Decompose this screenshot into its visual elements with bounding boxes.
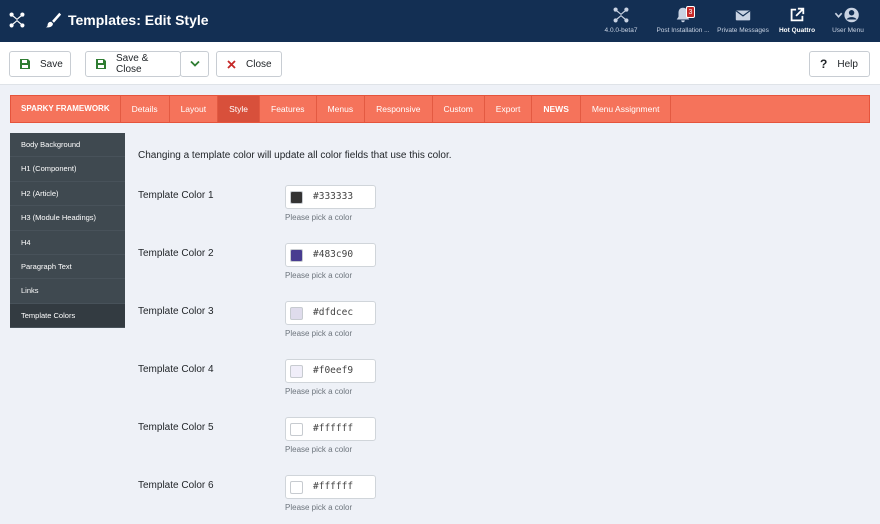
joomla-icon	[613, 7, 629, 23]
template-color-label: Template Color 2	[138, 248, 214, 259]
color-picker-field[interactable]: #333333	[285, 185, 376, 209]
sidebar-item-body-background[interactable]: Body Background	[10, 133, 125, 158]
tab-menus[interactable]: Menus	[317, 96, 366, 122]
tab-style[interactable]: Style	[218, 96, 261, 122]
toolbar: Save Save & Close Close ? Help	[0, 42, 880, 85]
sidebar-item-links[interactable]: Links	[10, 279, 125, 304]
close-icon	[227, 59, 236, 69]
color-picker-field[interactable]: #ffffff	[285, 475, 376, 499]
sidebar-item-h2[interactable]: H2 (Article)	[10, 182, 125, 207]
template-color-row: Template Color 4 #f0eef9 Please pick a c…	[138, 359, 438, 409]
help-label: Help	[837, 58, 858, 70]
save-close-label: Save & Close	[116, 53, 149, 75]
joomla-logo-icon[interactable]	[8, 11, 26, 29]
tab-details[interactable]: Details	[121, 96, 170, 122]
color-picker-field[interactable]: #483c90	[285, 243, 376, 267]
color-swatch[interactable]	[290, 365, 303, 378]
floppy-disk-icon	[20, 59, 30, 69]
tab-responsive[interactable]: Responsive	[365, 96, 433, 122]
tab-sparky-framework[interactable]: SPARKY FRAMEWORK	[11, 96, 121, 122]
tab-layout[interactable]: Layout	[170, 96, 219, 122]
color-picker-field[interactable]: #f0eef9	[285, 359, 376, 383]
template-color-row: Template Color 2 #483c90 Please pick a c…	[138, 243, 438, 293]
header-bar: Templates: Edit Style 4.0.0-beta7 3 Post…	[0, 0, 880, 42]
color-swatch[interactable]	[290, 481, 303, 494]
save-close-button[interactable]: Save & Close	[85, 51, 181, 77]
template-color-label: Template Color 4	[138, 364, 214, 375]
template-color-label: Template Color 3	[138, 306, 214, 317]
user-menu-item[interactable]: User Menu	[813, 6, 880, 34]
tab-features[interactable]: Features	[260, 96, 317, 122]
paint-brush-icon	[45, 12, 62, 28]
version-item[interactable]: 4.0.0-beta7	[586, 6, 656, 34]
hot-quattro-label: Hot Quattro	[778, 27, 816, 34]
color-hint: Please pick a color	[285, 213, 353, 222]
color-hint: Please pick a color	[285, 329, 353, 338]
page-title: Templates: Edit Style	[68, 12, 209, 28]
sidebar-item-h1[interactable]: H1 (Component)	[10, 157, 125, 182]
color-hint: Please pick a color	[285, 445, 353, 454]
user-icon	[834, 7, 859, 23]
color-value[interactable]: #333333	[313, 191, 353, 202]
intro-text: Changing a template color will update al…	[138, 150, 452, 161]
color-value[interactable]: #f0eef9	[313, 365, 353, 376]
floppy-disk-icon	[96, 59, 106, 69]
color-value[interactable]: #483c90	[313, 249, 353, 260]
color-hint: Please pick a color	[285, 503, 353, 512]
template-color-row: Template Color 6 #ffffff Please pick a c…	[138, 475, 438, 524]
sidebar-item-h3[interactable]: H3 (Module Headings)	[10, 206, 125, 231]
help-button[interactable]: ? Help	[809, 51, 870, 77]
color-swatch[interactable]	[290, 249, 303, 262]
tab-news[interactable]: NEWS	[532, 96, 581, 122]
close-label: Close	[246, 58, 272, 70]
template-color-label: Template Color 5	[138, 422, 214, 433]
sidebar-item-template-colors[interactable]: Template Colors	[10, 303, 125, 329]
question-icon: ?	[820, 57, 828, 71]
tab-bar: SPARKY FRAMEWORK Details Layout Style Fe…	[10, 95, 870, 123]
color-picker-field[interactable]: #ffffff	[285, 417, 376, 441]
sidebar-item-h4[interactable]: H4	[10, 231, 125, 255]
external-link-icon	[790, 7, 805, 22]
template-color-label: Template Color 6	[138, 480, 214, 491]
style-sidebar: Body Background H1 (Component) H2 (Artic…	[10, 133, 125, 329]
tab-menu-assignment[interactable]: Menu Assignment	[581, 96, 672, 122]
chevron-down-icon	[189, 60, 200, 67]
template-color-row: Template Color 1 #333333 Please pick a c…	[138, 185, 438, 235]
color-swatch[interactable]	[290, 307, 303, 320]
save-label: Save	[40, 58, 63, 70]
save-dropdown-toggle[interactable]	[180, 51, 209, 77]
version-label: 4.0.0-beta7	[604, 27, 638, 34]
color-value[interactable]: #ffffff	[313, 481, 353, 492]
post-installation-label: Post Installation ...	[656, 27, 710, 34]
template-color-row: Template Color 3 #dfdcec Please pick a c…	[138, 301, 438, 351]
envelope-icon	[735, 10, 751, 21]
close-button[interactable]: Close	[216, 51, 282, 77]
color-hint: Please pick a color	[285, 271, 353, 280]
color-value[interactable]: #dfdcec	[313, 307, 353, 318]
save-button[interactable]: Save	[9, 51, 71, 77]
template-color-label: Template Color 1	[138, 190, 214, 201]
notification-badge: 3	[686, 6, 695, 18]
sidebar-item-paragraph-text[interactable]: Paragraph Text	[10, 255, 125, 280]
color-swatch[interactable]	[290, 191, 303, 204]
color-swatch[interactable]	[290, 423, 303, 436]
color-value[interactable]: #ffffff	[313, 423, 353, 434]
tab-export[interactable]: Export	[485, 96, 533, 122]
color-hint: Please pick a color	[285, 387, 353, 396]
tab-custom[interactable]: Custom	[433, 96, 485, 122]
color-picker-field[interactable]: #dfdcec	[285, 301, 376, 325]
template-color-row: Template Color 5 #ffffff Please pick a c…	[138, 417, 438, 467]
user-menu-label: User Menu	[832, 27, 864, 34]
